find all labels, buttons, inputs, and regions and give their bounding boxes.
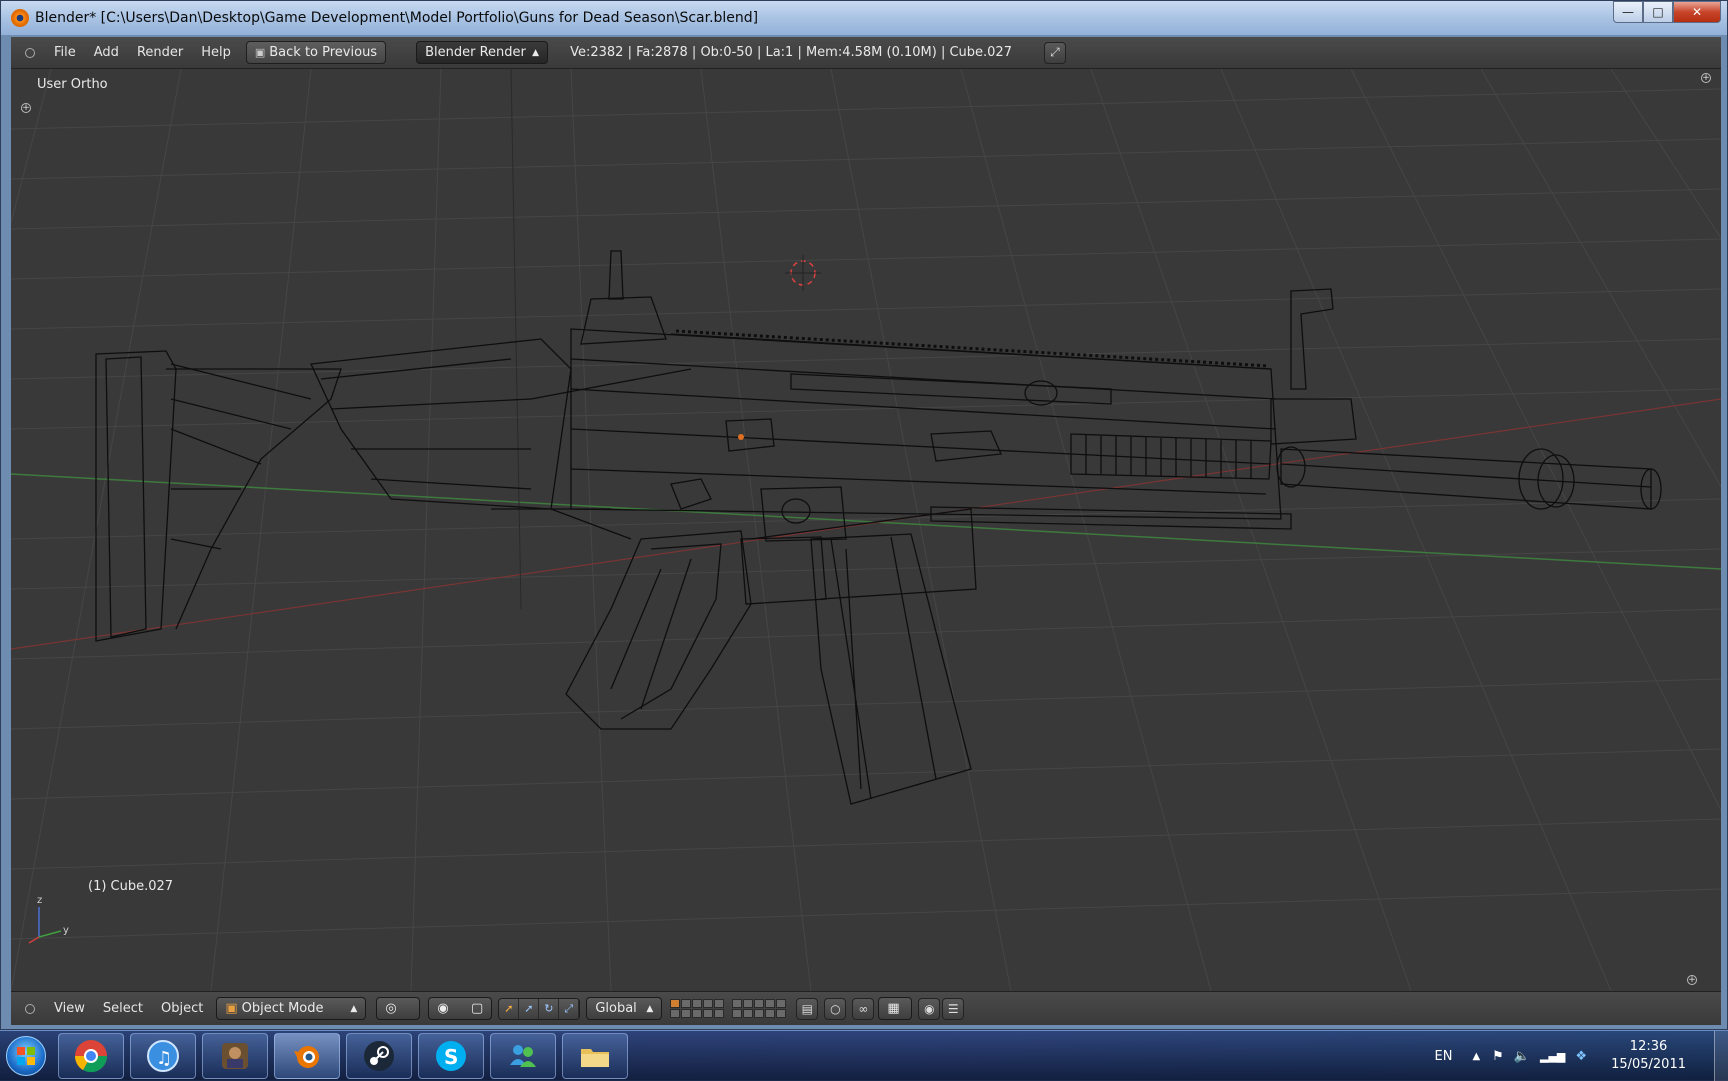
start-button[interactable] [0,1031,52,1081]
active-object-label: (1) Cube.027 [88,879,173,894]
blender-window: Blender* [C:\Users\Dan\Desktop\Game Deve… [0,0,1728,1030]
viewport-canvas: z y [11,69,1721,991]
close-button[interactable]: ✕ [1673,1,1721,23]
editor-type-icon[interactable] [25,48,35,58]
volume-icon[interactable]: 🔈 [1514,1049,1530,1064]
translate-icon[interactable]: ➚ [519,999,539,1019]
fullscreen-toggle-button[interactable]: ⤢ [1044,42,1066,64]
info-header: File Add Render Help ▣ Back to Previous … [11,37,1721,69]
svg-text:♫: ♫ [156,1048,172,1069]
window-title: Blender* [C:\Users\Dan\Desktop\Game Deve… [35,10,758,26]
game-icon[interactable] [202,1033,268,1079]
render-opengl-icon[interactable]: ◉ [918,998,940,1020]
y-axis-line [11,474,1721,569]
show-hidden-icons-icon[interactable]: ▲ [1472,1051,1480,1062]
clock-time: 12:36 [1611,1038,1686,1056]
x-axis-line [11,399,1721,649]
manipulator-group: ➚ ➚ ↻ ⤢ [498,998,580,1020]
3d-viewport[interactable]: z y User Ortho + + + (1) Cube.027 [11,69,1721,991]
chrome-icon[interactable] [58,1033,124,1079]
snap-grid-icon: ▦ [887,1001,899,1016]
network-signal-icon[interactable]: ▂▄▆ [1540,1050,1565,1063]
scene-stats: Ve:2382 | Fa:2878 | Ob:0-50 | La:1 | Mem… [570,45,1012,60]
snap-toggle-icon[interactable]: ∞ [852,998,874,1020]
mode-value: Object Mode [242,1001,324,1016]
view-label: User Ortho [37,77,108,92]
selection-icon: ▢ [471,1001,483,1016]
mode-select[interactable]: ▣ Object Mode ▲ [216,997,366,1020]
menu-file[interactable]: File [45,45,85,60]
render-engine-select[interactable]: Blender Render ▲ [416,41,548,64]
render-engine-value: Blender Render [425,45,526,60]
menu-view[interactable]: View [45,1001,94,1016]
menu-help[interactable]: Help [192,45,240,60]
updown-arrow-icon: ▲ [646,1004,653,1014]
layers-group-1[interactable] [670,999,724,1018]
vertical-guide [511,69,521,609]
layers-group-2[interactable] [732,999,786,1018]
skype-icon[interactable]: S [418,1033,484,1079]
cube-icon: ▣ [225,1001,237,1016]
rifle-wireframe [96,251,1661,804]
menu-select[interactable]: Select [94,1001,152,1016]
screen-icon: ▣ [255,46,265,59]
menu-add[interactable]: Add [85,45,128,60]
back-to-previous-button[interactable]: ▣ Back to Previous [246,41,386,64]
minimize-button[interactable]: — [1613,1,1643,23]
manipulator-toggle-icon[interactable]: ➚ [499,999,519,1019]
action-center-flag-icon[interactable]: ⚑ [1492,1049,1504,1064]
orientation-value: Global [595,1001,636,1016]
taskbar: ♫ S EN ▲ ⚑ 🔈 ▂▄▆ ❖ 12:36 15/05/2011 [0,1030,1728,1080]
scale-icon[interactable]: ⤢ [559,999,579,1019]
back-to-previous-label: Back to Previous [269,45,377,60]
menu-object[interactable]: Object [152,1001,212,1016]
expand-icon: ⤢ [1050,45,1060,60]
editor-type-icon-bottom[interactable] [25,1004,35,1014]
updown-arrow-icon: ▲ [532,48,539,58]
messenger-icon[interactable] [490,1033,556,1079]
clock[interactable]: 12:36 15/05/2011 [1611,1038,1686,1074]
updown-arrow-icon: ▲ [350,1004,357,1014]
toolbar-toggle-icon[interactable]: + [21,103,31,113]
windows-logo-icon [6,1036,46,1076]
window-controls: — □ ✕ [1613,1,1721,23]
system-tray: EN ▲ ⚑ 🔈 ▂▄▆ ❖ 12:36 15/05/2011 [1435,1031,1728,1081]
axis-label-y: y [63,925,69,936]
pivot-select[interactable]: ◉ ▢ [428,997,492,1020]
explorer-icon[interactable] [562,1033,628,1079]
itunes-icon[interactable]: ♫ [130,1033,196,1079]
properties-toggle-icon[interactable]: + [1701,73,1711,83]
svg-text:S: S [444,1045,458,1069]
title-bar[interactable]: Blender* [C:\Users\Dan\Desktop\Game Deve… [1,1,1727,35]
snap-element-select[interactable]: ▦ [878,997,912,1020]
transform-orientation-select[interactable]: Global ▲ [586,997,662,1020]
rotate-icon[interactable]: ↻ [539,999,559,1019]
split-corner-icon[interactable]: + [1687,975,1697,985]
pivot-icon: ◉ [437,1001,448,1016]
language-indicator[interactable]: EN [1435,1049,1453,1064]
blender-icon[interactable] [274,1033,340,1079]
dropbox-icon[interactable]: ❖ [1575,1049,1587,1064]
steam-icon[interactable] [346,1033,412,1079]
axis-label-z: z [37,895,42,906]
view3d-header: View Select Object ▣ Object Mode ▲ ◎ ◉ ▢… [11,991,1721,1025]
clock-date: 15/05/2011 [1611,1056,1686,1074]
show-desktop-button[interactable] [1714,1031,1728,1081]
axis-gizmo: z y [29,895,69,943]
proportional-edit-icon[interactable]: ○ [824,998,846,1020]
wireframe-globe-icon: ◎ [385,1001,396,1016]
viewport-shading-select[interactable]: ◎ [376,997,420,1020]
floor-grid [11,69,1721,991]
lock-layers-icon[interactable]: ▤ [796,998,818,1020]
object-origin-dot[interactable] [738,434,744,440]
maximize-button[interactable]: □ [1643,1,1673,23]
blender-logo-icon [11,9,29,27]
render-animation-icon[interactable]: ☰ [942,998,964,1020]
menu-render[interactable]: Render [128,45,192,60]
